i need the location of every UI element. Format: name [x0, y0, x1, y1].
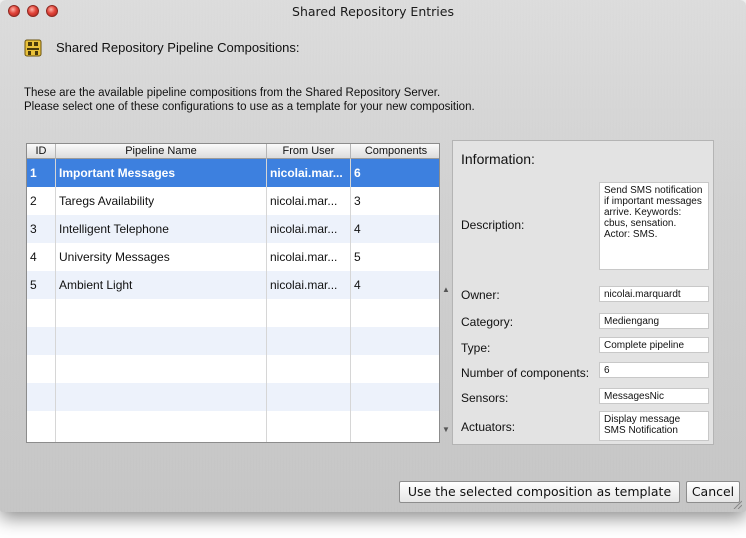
owner-label: Owner: — [461, 288, 500, 302]
owner-value: nicolai.marquardt — [599, 286, 709, 302]
cell-components: 4 — [354, 222, 361, 236]
cell-name: Taregs Availability — [59, 194, 155, 208]
use-template-button[interactable]: Use the selected composition as template — [399, 481, 680, 503]
category-value: Mediengang — [599, 313, 709, 329]
num-components-value: 6 — [599, 362, 709, 378]
empty-row — [27, 327, 439, 355]
cell-id: 3 — [30, 222, 37, 236]
table-row[interactable]: 1 Important Messages nicolai.mar... 6 — [27, 159, 439, 187]
column-header-components[interactable]: Components — [351, 144, 439, 159]
resize-grip-icon[interactable] — [732, 498, 743, 510]
repository-icon — [24, 39, 42, 57]
collapse-up-icon[interactable]: ▲ — [442, 285, 450, 294]
table-header: ID Pipeline Name From User Components — [27, 144, 439, 159]
intro-text: These are the available pipeline composi… — [24, 86, 475, 114]
header-title: Shared Repository Pipeline Compositions: — [56, 40, 300, 55]
column-divider — [266, 159, 267, 442]
num-components-label: Number of components: — [461, 366, 590, 380]
description-label: Description: — [461, 218, 525, 232]
cell-components: 4 — [354, 278, 361, 292]
sensors-label: Sensors: — [461, 391, 509, 405]
cell-name: Important Messages — [59, 166, 176, 180]
cell-user: nicolai.mar... — [270, 166, 343, 180]
empty-row — [27, 411, 439, 439]
cell-user: nicolai.mar... — [270, 250, 338, 264]
cell-user: nicolai.mar... — [270, 278, 338, 292]
information-title: Information: — [461, 151, 535, 167]
cell-id: 2 — [30, 194, 37, 208]
empty-row — [27, 355, 439, 383]
intro-line-2: Please select one of these configuration… — [24, 101, 475, 113]
column-divider — [350, 159, 351, 442]
table-row[interactable]: 3 Intelligent Telephone nicolai.mar... 4 — [27, 215, 439, 243]
intro-line-1: These are the available pipeline composi… — [24, 87, 441, 99]
cell-user: nicolai.mar... — [270, 222, 338, 236]
cell-user: nicolai.mar... — [270, 194, 338, 208]
table-row[interactable]: 4 University Messages nicolai.mar... 5 — [27, 243, 439, 271]
cell-name: Ambient Light — [59, 278, 133, 292]
category-label: Category: — [461, 315, 514, 329]
description-value: Send SMS notification if important messa… — [599, 182, 709, 270]
cell-id: 1 — [30, 166, 37, 180]
actuators-label: Actuators: — [461, 420, 516, 434]
type-value: Complete pipeline — [599, 337, 709, 353]
type-label: Type: — [461, 341, 491, 355]
window-title: Shared Repository Entries — [292, 4, 454, 19]
column-header-name[interactable]: Pipeline Name — [56, 144, 267, 159]
empty-row — [27, 383, 439, 411]
title-bar: Shared Repository Entries — [0, 0, 746, 22]
window: Shared Repository Entries Shared Reposit… — [0, 0, 746, 512]
actuators-value: Display message SMS Notification — [599, 411, 709, 441]
cell-name: Intelligent Telephone — [59, 222, 169, 236]
table-row[interactable]: 2 Taregs Availability nicolai.mar... 3 — [27, 187, 439, 215]
cell-name: University Messages — [59, 250, 170, 264]
split-pane-divider[interactable]: ▲ ▼ — [440, 143, 452, 443]
cell-components: 5 — [354, 250, 361, 264]
table-row[interactable]: 5 Ambient Light nicolai.mar... 4 — [27, 271, 439, 299]
collapse-down-icon[interactable]: ▼ — [442, 425, 450, 434]
column-header-user[interactable]: From User — [267, 144, 351, 159]
pipeline-table[interactable]: ID Pipeline Name From User Components 1 … — [26, 143, 440, 443]
column-header-id[interactable]: ID — [27, 144, 56, 159]
cell-components: 3 — [354, 194, 361, 208]
column-divider — [55, 159, 56, 442]
information-panel: Information: Description: Send SMS notif… — [452, 140, 714, 445]
cell-id: 5 — [30, 278, 37, 292]
cell-id: 4 — [30, 250, 37, 264]
sensors-value: MessagesNic — [599, 388, 709, 404]
cell-components: 6 — [354, 166, 361, 180]
empty-row — [27, 299, 439, 327]
